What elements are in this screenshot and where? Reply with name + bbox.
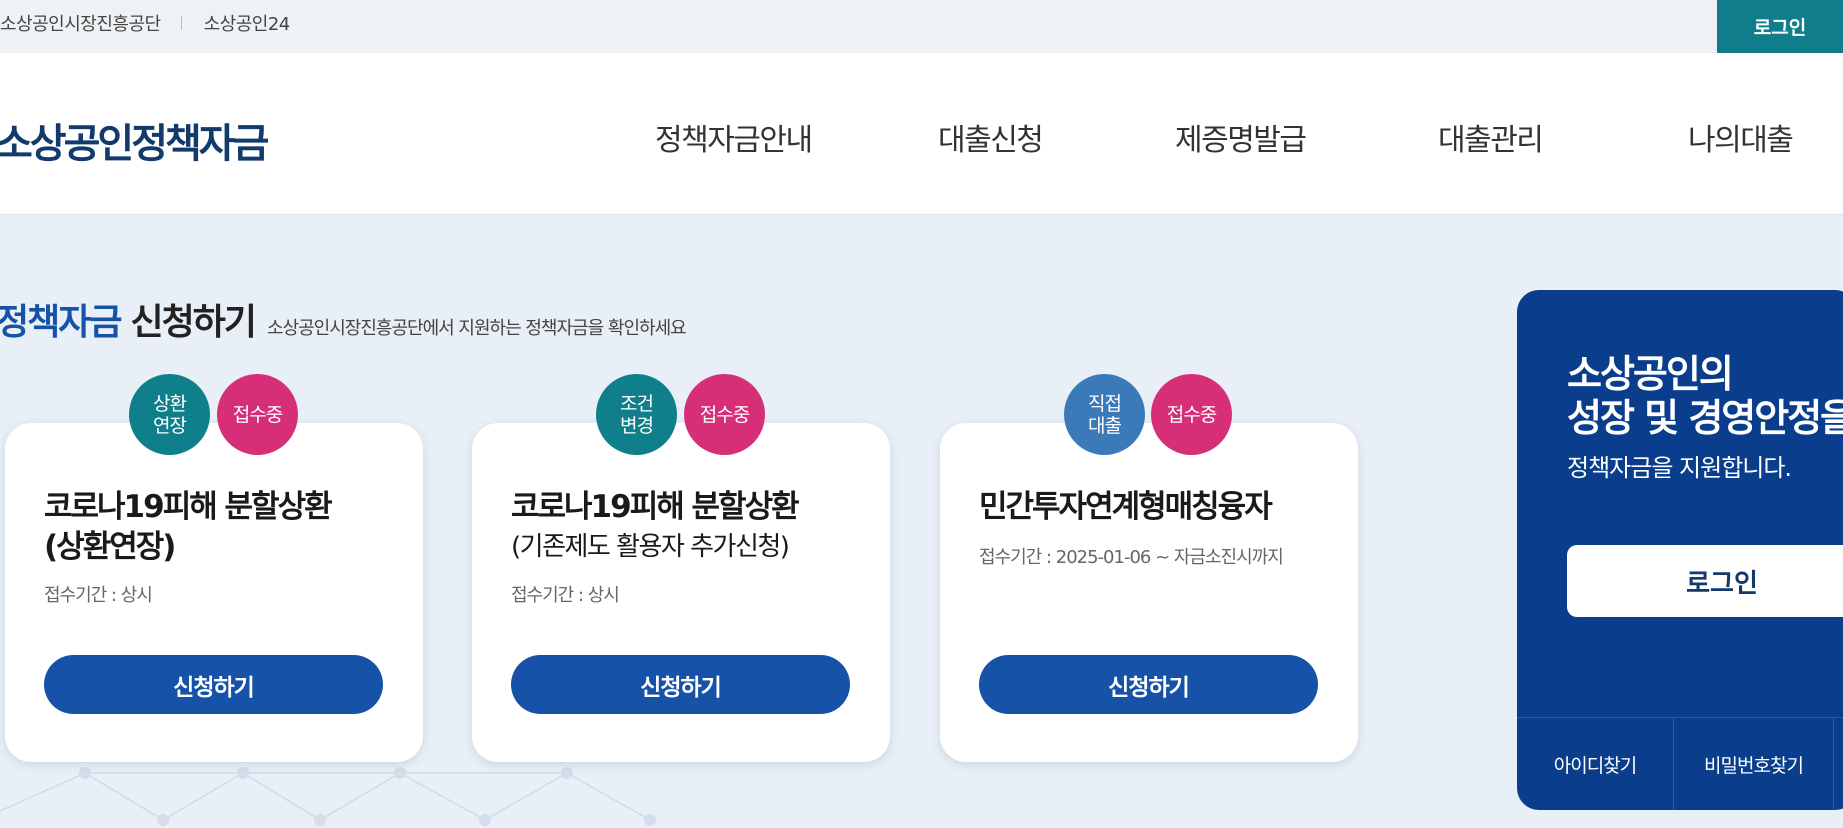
heading-line2: 성장 및 경영안정을 <box>1567 396 1843 440</box>
loan-type-badge: 직접 대출 <box>1064 374 1145 455</box>
main-navigation: 정책자금안내 대출신청 제증명발급 대출관리 나의대출 <box>0 115 1843 158</box>
panel-login-button[interactable]: 로그인 <box>1567 545 1843 617</box>
site-header: 소상공인정책자금 정책자금안내 대출신청 제증명발급 대출관리 나의대출 <box>0 53 1843 215</box>
card-title-line2: (기존제도 활용자 추가신청) <box>511 532 790 562</box>
status-badge: 접수중 <box>217 374 298 455</box>
section-title: 정책자금 신청하기 소상공인시장진흥공단에서 지원하는 정책자금을 확인하세요 <box>0 293 687 345</box>
nav-certificate-issuance[interactable]: 제증명발급 <box>1175 115 1307 159</box>
sosanggongin24-link[interactable]: 소상공인24 <box>204 10 291 36</box>
card-period: 접수기간 : 상시 <box>44 585 153 606</box>
status-badge: 접수중 <box>684 374 765 455</box>
heading-line1: 소상공인의 <box>1567 352 1734 396</box>
login-panel: 소상공인의 성장 및 경영안정을 정책자금을 지원합니다. 로그인 아이디찾기 … <box>1517 290 1843 810</box>
apply-button[interactable]: 신청하기 <box>44 655 383 714</box>
nav-policy-fund-guide[interactable]: 정책자금안내 <box>655 115 813 159</box>
top-login-button[interactable]: 로그인 <box>1717 0 1843 53</box>
find-id-link[interactable]: 아이디찾기 <box>1517 718 1674 810</box>
nav-loan-management[interactable]: 대출관리 <box>1438 115 1544 159</box>
fund-card-2: 코로나19피해 분할상환 (기존제도 활용자 추가신청) 접수기간 : 상시 신… <box>472 423 890 762</box>
account-links: 아이디찾기 비밀번호찾기 <box>1517 717 1843 810</box>
section-title-rest: 신청하기 <box>130 302 256 343</box>
section-title-highlight: 정책자금 <box>0 302 122 343</box>
divider <box>180 15 182 30</box>
nav-my-loans[interactable]: 나의대출 <box>1688 115 1794 159</box>
card-title: 민간투자연계형매칭융자 <box>979 487 1273 527</box>
section-subtitle: 소상공인시장진흥공단에서 지원하는 정책자금을 확인하세요 <box>266 318 687 339</box>
card-period: 접수기간 : 2025-01-06 ~ 자금소진시까지 <box>979 547 1284 568</box>
status-badge: 접수중 <box>1151 374 1232 455</box>
apply-button[interactable]: 신청하기 <box>979 655 1318 714</box>
card-title-line2: (상환연장) <box>44 529 176 565</box>
agency-link[interactable]: 소상공인시장진흥공단 <box>0 10 161 36</box>
card-title-line1: 코로나19피해 분할상환 <box>44 489 333 525</box>
card-title-line1: 민간투자연계형매칭융자 <box>979 489 1273 525</box>
login-panel-heading: 소상공인의 성장 및 경영안정을 <box>1567 352 1843 440</box>
find-password-link[interactable]: 비밀번호찾기 <box>1674 718 1834 810</box>
loan-type-badge: 조건 변경 <box>596 374 677 455</box>
card-title: 코로나19피해 분할상환 (기존제도 활용자 추가신청) <box>511 487 800 567</box>
card-period: 접수기간 : 상시 <box>511 585 620 606</box>
card-title-line1: 코로나19피해 분할상환 <box>511 489 800 525</box>
utility-bar: 소상공인시장진흥공단 소상공인24 로그인 <box>0 0 1843 53</box>
loan-type-badge: 상환 연장 <box>129 374 210 455</box>
card-title: 코로나19피해 분할상환 (상환연장) <box>44 487 333 567</box>
fund-card-1: 코로나19피해 분할상환 (상환연장) 접수기간 : 상시 신청하기 <box>5 423 423 762</box>
apply-button[interactable]: 신청하기 <box>511 655 850 714</box>
nav-loan-application[interactable]: 대출신청 <box>938 115 1044 159</box>
utility-links: 소상공인시장진흥공단 소상공인24 <box>0 0 290 45</box>
fund-card-3: 민간투자연계형매칭융자 접수기간 : 2025-01-06 ~ 자금소진시까지 … <box>940 423 1358 762</box>
login-panel-subtext: 정책자금을 지원합니다. <box>1567 454 1792 482</box>
